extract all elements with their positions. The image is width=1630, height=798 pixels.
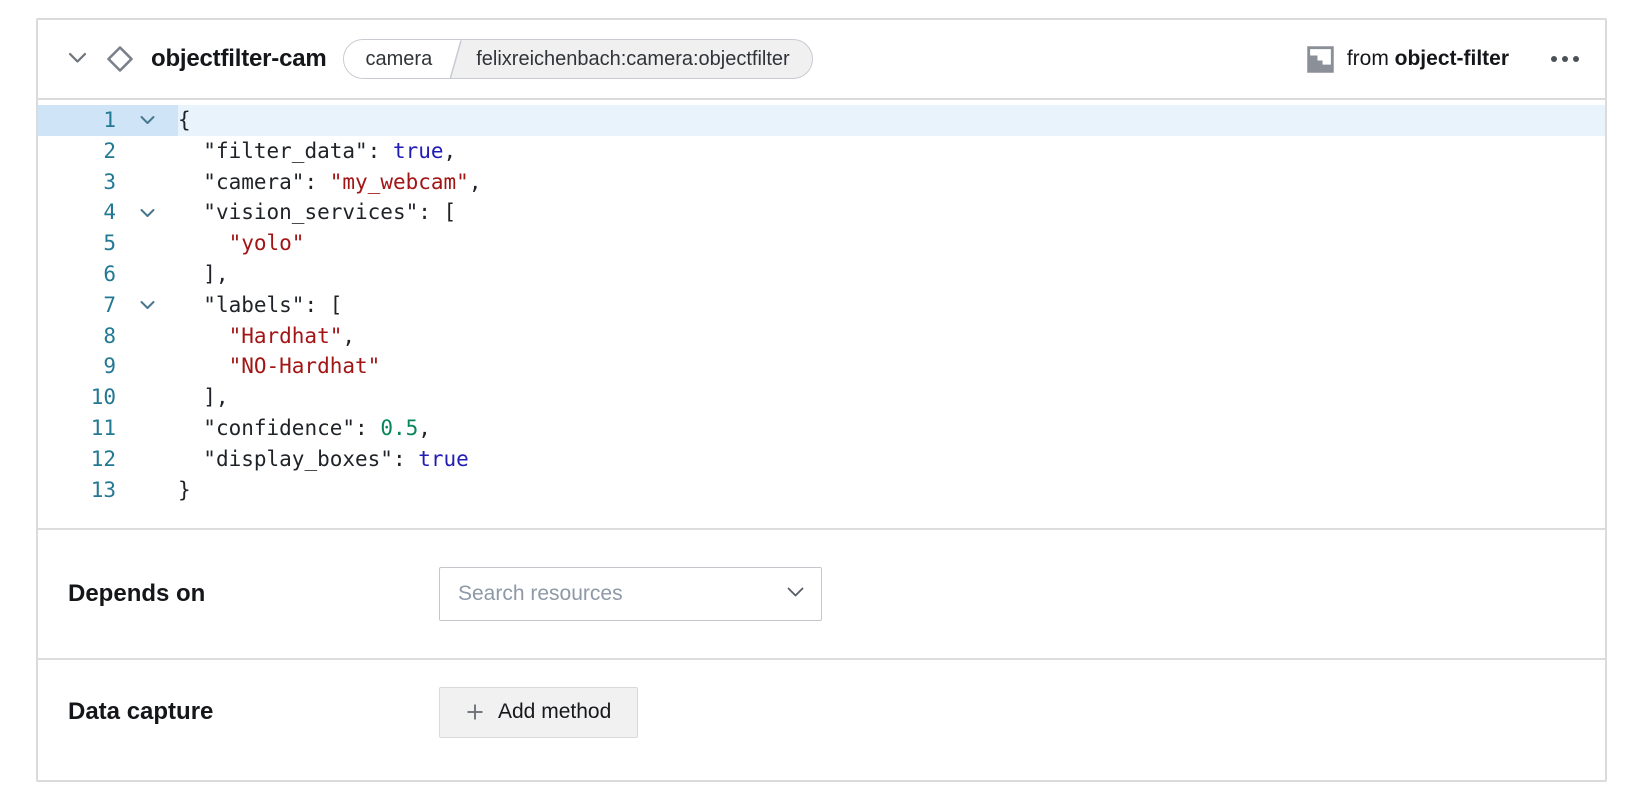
code-line[interactable]: 3 "camera": "my_webcam", xyxy=(38,167,1605,198)
code-line[interactable]: 12 "display_boxes": true xyxy=(38,444,1605,475)
badge-model-label: felixreichenbach:camera:objectfilter xyxy=(466,40,812,78)
collapse-toggle-button[interactable] xyxy=(64,48,91,71)
editor-gutter: 3 xyxy=(38,167,178,198)
editor-gutter: 8 xyxy=(38,321,178,352)
code-text: "confidence": 0.5, xyxy=(178,413,1605,444)
fold-gutter-spacer xyxy=(116,136,178,167)
resource-title: objectfilter-cam xyxy=(151,45,327,73)
code-text: ], xyxy=(178,259,1605,290)
code-line[interactable]: 8 "Hardhat", xyxy=(38,321,1605,352)
line-number: 12 xyxy=(38,444,116,475)
editor-gutter: 12 xyxy=(38,444,178,475)
depends-on-select[interactable]: Search resources xyxy=(439,567,822,621)
code-text: { xyxy=(178,105,1605,136)
data-capture-section: Data capture Add method xyxy=(38,658,1605,780)
line-number: 6 xyxy=(38,259,116,290)
header-right-group: from object-filter xyxy=(1307,46,1581,73)
line-number: 5 xyxy=(38,228,116,259)
chevron-down-icon xyxy=(787,585,804,603)
code-text: "Hardhat", xyxy=(178,321,1605,352)
editor-gutter: 13 xyxy=(38,475,178,506)
code-text: "display_boxes": true xyxy=(178,444,1605,475)
code-text: "filter_data": true, xyxy=(178,136,1605,167)
editor-gutter: 5 xyxy=(38,228,178,259)
code-text: "vision_services": [ xyxy=(178,197,1605,228)
code-line[interactable]: 1{ xyxy=(38,105,1605,136)
code-line[interactable]: 11 "confidence": 0.5, xyxy=(38,413,1605,444)
code-line[interactable]: 9 "NO-Hardhat" xyxy=(38,351,1605,382)
resource-card-header: objectfilter-cam camera felixreichenbach… xyxy=(38,20,1605,100)
add-method-button[interactable]: Add method xyxy=(439,687,638,738)
fold-gutter-spacer xyxy=(116,321,178,352)
line-number: 7 xyxy=(38,290,116,321)
code-line[interactable]: 6 ], xyxy=(38,259,1605,290)
line-number: 3 xyxy=(38,167,116,198)
editor-gutter: 1 xyxy=(38,105,178,136)
code-line[interactable]: 7 "labels": [ xyxy=(38,290,1605,321)
editor-gutter: 4 xyxy=(38,197,178,228)
depends-on-label: Depends on xyxy=(68,580,439,608)
data-capture-label: Data capture xyxy=(68,698,439,726)
chevron-down-icon xyxy=(68,52,87,67)
editor-gutter: 2 xyxy=(38,136,178,167)
ellipsis-icon xyxy=(1551,56,1579,62)
from-word: from xyxy=(1347,47,1389,70)
editor-gutter: 9 xyxy=(38,351,178,382)
resource-type-badge: camera felixreichenbach:camera:objectfil… xyxy=(343,39,813,79)
editor-gutter: 10 xyxy=(38,382,178,413)
fold-toggle-icon[interactable] xyxy=(116,105,178,136)
code-text: "labels": [ xyxy=(178,290,1605,321)
code-line[interactable]: 10 ], xyxy=(38,382,1605,413)
line-number: 1 xyxy=(38,105,116,136)
code-line[interactable]: 5 "yolo" xyxy=(38,228,1605,259)
line-number: 11 xyxy=(38,413,116,444)
module-name: object-filter xyxy=(1395,47,1509,70)
fold-gutter-spacer xyxy=(116,228,178,259)
component-diamond-icon xyxy=(105,44,135,74)
fold-gutter-spacer xyxy=(116,444,178,475)
code-text: ], xyxy=(178,382,1605,413)
line-number: 8 xyxy=(38,321,116,352)
depends-on-placeholder: Search resources xyxy=(458,582,623,606)
resource-card: objectfilter-cam camera felixreichenbach… xyxy=(36,18,1607,782)
more-options-button[interactable] xyxy=(1549,50,1581,68)
line-number: 9 xyxy=(38,351,116,382)
line-number: 13 xyxy=(38,475,116,506)
module-icon xyxy=(1307,46,1334,73)
plus-icon xyxy=(466,703,484,721)
code-text: "camera": "my_webcam", xyxy=(178,167,1605,198)
fold-gutter-spacer xyxy=(116,167,178,198)
badge-separator-icon xyxy=(446,40,466,78)
fold-gutter-spacer xyxy=(116,259,178,290)
fold-toggle-icon[interactable] xyxy=(116,290,178,321)
add-method-label: Add method xyxy=(498,700,611,724)
editor-gutter: 6 xyxy=(38,259,178,290)
badge-type-label: camera xyxy=(344,40,447,78)
code-text: "yolo" xyxy=(178,228,1605,259)
code-text: "NO-Hardhat" xyxy=(178,351,1605,382)
code-text: } xyxy=(178,475,1605,506)
fold-gutter-spacer xyxy=(116,351,178,382)
line-number: 4 xyxy=(38,197,116,228)
editor-gutter: 7 xyxy=(38,290,178,321)
fold-toggle-icon[interactable] xyxy=(116,197,178,228)
code-line[interactable]: 13} xyxy=(38,475,1605,506)
line-number: 10 xyxy=(38,382,116,413)
code-line[interactable]: 2 "filter_data": true, xyxy=(38,136,1605,167)
fold-gutter-spacer xyxy=(116,413,178,444)
module-source-label: from object-filter xyxy=(1347,47,1509,71)
fold-gutter-spacer xyxy=(116,475,178,506)
line-number: 2 xyxy=(38,136,116,167)
code-line[interactable]: 4 "vision_services": [ xyxy=(38,197,1605,228)
json-config-editor[interactable]: 1{2 "filter_data": true,3 "camera": "my_… xyxy=(38,100,1605,528)
fold-gutter-spacer xyxy=(116,382,178,413)
editor-gutter: 11 xyxy=(38,413,178,444)
depends-on-section: Depends on Search resources xyxy=(38,528,1605,658)
